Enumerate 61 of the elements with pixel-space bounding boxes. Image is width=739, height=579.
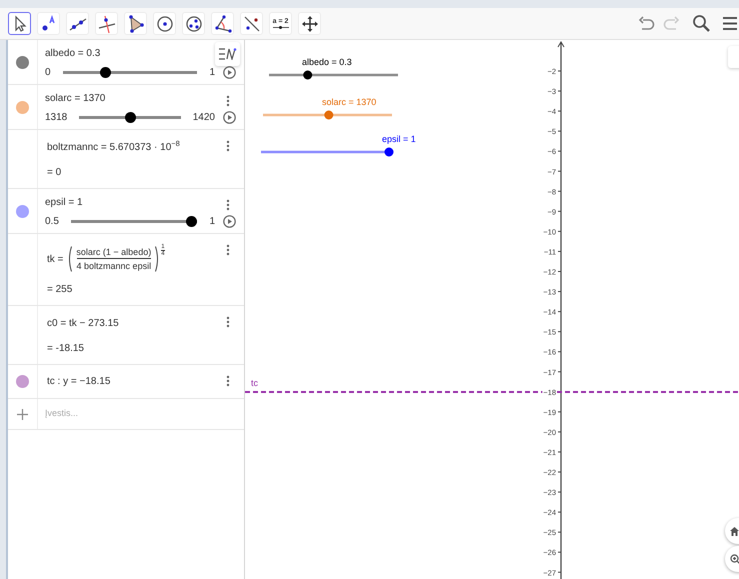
slider-max: 1420 xyxy=(192,111,215,125)
slider-max: 1 xyxy=(209,215,215,229)
reflect-icon xyxy=(242,14,262,34)
slider-track[interactable] xyxy=(79,112,181,123)
line-label: tc xyxy=(251,378,258,388)
expression-result: = -18.15 xyxy=(47,342,84,356)
slider-min: 0.5 xyxy=(45,215,59,229)
expression-text: c0 = tk − 273.15 xyxy=(47,317,119,331)
slider-track[interactable] xyxy=(263,110,392,120)
more-icon[interactable] xyxy=(226,244,230,256)
expression-text: tk = xyxy=(47,252,64,266)
slider-thumb[interactable] xyxy=(186,216,198,227)
expression-result: = 255 xyxy=(47,283,72,297)
style-bar-icon xyxy=(218,48,236,60)
slider-thumb[interactable] xyxy=(125,112,136,123)
menu-icon[interactable] xyxy=(723,16,737,31)
style-bar-button[interactable] xyxy=(215,42,240,66)
expression-result: = 0 xyxy=(47,166,62,180)
plus-icon[interactable] xyxy=(17,408,28,420)
move-arrows-icon xyxy=(300,14,320,34)
line-equation: tc : y = −18.15 xyxy=(47,375,110,389)
slider-track[interactable] xyxy=(62,67,198,78)
right-paren-icon xyxy=(155,246,160,272)
tool-button[interactable] xyxy=(8,12,31,35)
angle-icon xyxy=(212,14,232,34)
play-icon[interactable] xyxy=(223,111,236,124)
fraction: solarc (1 − albedo) 4 boltzmannc epsil xyxy=(76,246,152,272)
slider-point[interactable] xyxy=(324,110,334,120)
circle-icon xyxy=(154,14,174,34)
more-icon[interactable] xyxy=(226,95,230,107)
input-field[interactable]: Įvestis... xyxy=(38,399,244,429)
slider-caption: solarc = 1370 xyxy=(322,97,376,107)
slider-max: 1 xyxy=(209,66,215,80)
left-paren-icon xyxy=(67,246,72,272)
slider-caption: albedo = 0.3 xyxy=(302,57,352,67)
slider-label: epsil = 1 xyxy=(45,196,83,210)
slider-thumb[interactable] xyxy=(100,67,111,78)
more-icon[interactable] xyxy=(226,375,230,387)
undo-icon[interactable] xyxy=(638,16,656,32)
expression-text: boltzmannc = 5.670373 · 10$^{−8}$ xyxy=(47,140,180,155)
slider-point[interactable] xyxy=(384,148,394,156)
slider-label: solarc = 1370 xyxy=(45,92,106,106)
slider-min: 1318 xyxy=(45,111,68,125)
play-icon[interactable] xyxy=(223,66,236,79)
more-icon[interactable] xyxy=(226,199,230,211)
slider-caption: epsil = 1 xyxy=(382,134,416,144)
slider-label: albedo = 0.3 xyxy=(45,47,100,61)
dashed-line[interactable] xyxy=(245,391,739,393)
more-icon[interactable] xyxy=(226,316,230,328)
more-icon[interactable] xyxy=(226,140,230,152)
circle-points-icon xyxy=(184,14,204,34)
play-icon[interactable] xyxy=(223,215,236,228)
perpendicular-lines-icon xyxy=(96,14,116,34)
zoom-in-icon xyxy=(730,554,739,564)
slider-track[interactable] xyxy=(70,216,198,227)
search-icon[interactable] xyxy=(692,14,711,33)
slider-point[interactable] xyxy=(303,70,312,80)
slider-track[interactable] xyxy=(269,70,398,80)
slider-track[interactable] xyxy=(261,148,394,156)
home-icon xyxy=(730,526,739,536)
slider-min: 0 xyxy=(45,66,51,80)
